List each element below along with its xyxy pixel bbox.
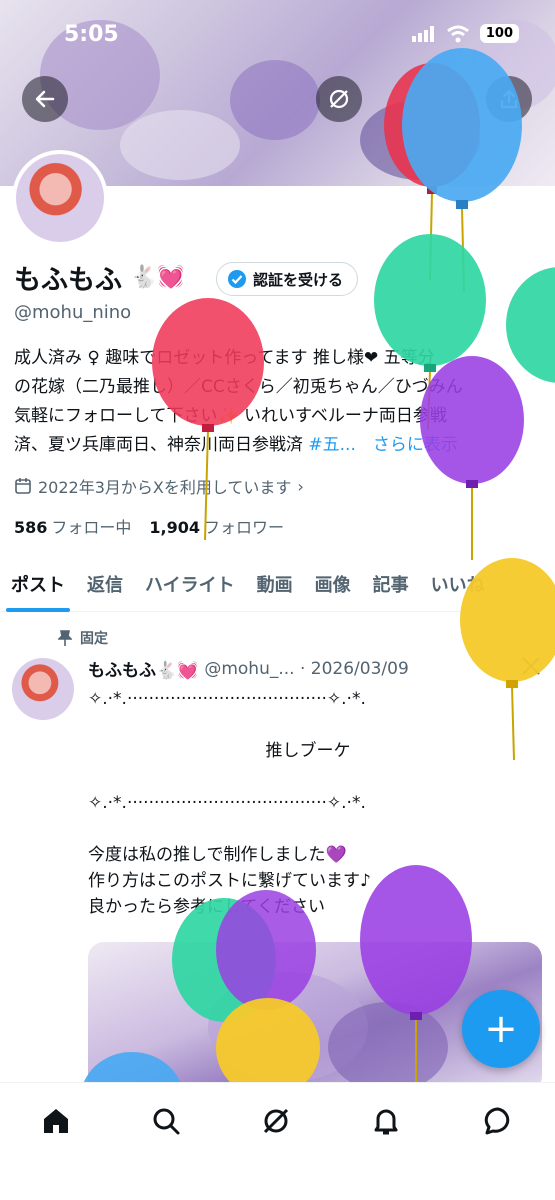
bio-line: 成人済み ♀ 趣味でロゼット作ってます 推し様❤ 五等分 <box>14 348 435 368</box>
followers-count: 1,904 <box>149 518 201 537</box>
post-avatar[interactable] <box>12 658 74 720</box>
battery-indicator: 100 <box>479 24 519 43</box>
post-author-name[interactable]: もふもふ🐇💓 <box>88 656 198 681</box>
post-handle-date: @mohu_... · 2026/03/09 <box>204 658 409 679</box>
nav-grok[interactable] <box>256 1101 296 1141</box>
pinned-indicator: 固定 <box>58 628 108 648</box>
wifi-icon <box>446 25 469 42</box>
pinned-label: 固定 <box>80 631 108 647</box>
chevron-right-icon: › <box>297 476 304 496</box>
compose-post-button[interactable]: + <box>462 990 540 1068</box>
bell-icon <box>374 1109 398 1135</box>
nav-search[interactable] <box>146 1101 186 1141</box>
share-button[interactable] <box>486 76 532 122</box>
nav-home[interactable] <box>36 1101 76 1141</box>
post-line: ✧.·*.···································… <box>88 689 366 709</box>
post-line: 良かったら参考にしてください <box>88 897 325 917</box>
post-header: もふもふ🐇💓 @mohu_... · 2026/03/09 <box>88 656 409 682</box>
bio-line: 気軽にフォローして下さい✨ いれいすベルーナ両日参戦 <box>14 406 447 426</box>
share-icon <box>500 89 518 109</box>
nav-messages[interactable] <box>478 1101 518 1141</box>
post-line: 作り方はこのポストに繋げています♪ <box>88 871 371 891</box>
bio-line: の花嫁（二乃最推し）／CCさくら／初兎ちゃん／ひづみん <box>14 377 463 397</box>
nav-notifications[interactable] <box>366 1101 406 1141</box>
tab-highlights[interactable]: ハイライト <box>134 556 246 612</box>
profile-handle: @mohu_nino <box>14 302 132 323</box>
post-line: 今度は私の推しで制作しました💜 <box>88 845 347 865</box>
bottom-navigation <box>0 1082 555 1200</box>
verified-badge-icon <box>228 270 246 288</box>
profile-tabs: ポスト 返信 ハイライト 動画 画像 記事 いいね <box>0 556 555 612</box>
post-line <box>88 764 528 790</box>
name-emoji: 🐇💓 <box>130 265 185 290</box>
profile-avatar[interactable] <box>12 150 108 246</box>
following-label: フォロー中 <box>51 518 132 537</box>
profile-name-row: もふもふ 🐇💓 <box>14 258 185 297</box>
followers-link[interactable]: 1,904 フォロワー <box>149 514 284 538</box>
post-line <box>88 712 528 738</box>
joined-text: 2022年3月からXを利用しています <box>38 478 292 497</box>
bio-line-last: 済、夏ツ兵庫両日、神奈川両日参戦済 #五... さらに表示 <box>14 431 529 460</box>
x-logo-icon <box>521 656 541 682</box>
followers-label: フォロワー <box>204 518 285 537</box>
grok-icon <box>263 1108 289 1134</box>
tab-replies[interactable]: 返信 <box>76 556 134 612</box>
tab-posts[interactable]: ポスト <box>0 556 76 612</box>
search-icon <box>153 1108 180 1135</box>
grok-icon <box>329 89 349 109</box>
arrow-left-icon <box>35 90 55 108</box>
pin-icon <box>58 630 72 646</box>
messages-icon <box>484 1107 510 1135</box>
home-icon <box>44 1109 68 1133</box>
joined-date: 2022年3月からXを利用しています › <box>14 474 304 498</box>
status-icons: 100 <box>411 24 519 43</box>
tab-likes[interactable]: いいね <box>420 556 496 612</box>
following-count: 586 <box>14 518 48 537</box>
get-verified-label: 認証を受ける <box>253 270 344 289</box>
grok-button[interactable] <box>316 76 362 122</box>
status-time: 5:05 <box>64 22 119 47</box>
post-line: ✧.·*.···································… <box>88 793 366 813</box>
tab-videos[interactable]: 動画 <box>246 556 304 612</box>
post-text[interactable]: ✧.·*.···································… <box>88 686 528 920</box>
bio-line: 済、夏ツ兵庫両日、神奈川両日参戦済 <box>14 435 303 455</box>
calendar-icon <box>15 478 31 494</box>
signal-icon <box>411 25 434 42</box>
follow-stats: 586 フォロー中 1,904 フォロワー <box>14 514 284 538</box>
back-button[interactable] <box>22 76 68 122</box>
profile-bio: 成人済み ♀ 趣味でロゼット作ってます 推し様❤ 五等分 の花嫁（二乃最推し）／… <box>14 344 529 460</box>
bio-hashtag-link[interactable]: #五... <box>308 435 355 455</box>
tab-photos[interactable]: 画像 <box>304 556 362 612</box>
status-bar: 5:05 100 <box>0 22 555 52</box>
show-more-link[interactable]: さらに表示 <box>373 435 458 455</box>
get-verified-button[interactable]: 認証を受ける <box>216 262 359 296</box>
following-link[interactable]: 586 フォロー中 <box>14 514 131 538</box>
display-name: もふもふ <box>14 265 122 296</box>
post-line <box>88 816 528 842</box>
post-line: 推しブーケ <box>265 741 351 761</box>
tab-articles[interactable]: 記事 <box>362 556 420 612</box>
